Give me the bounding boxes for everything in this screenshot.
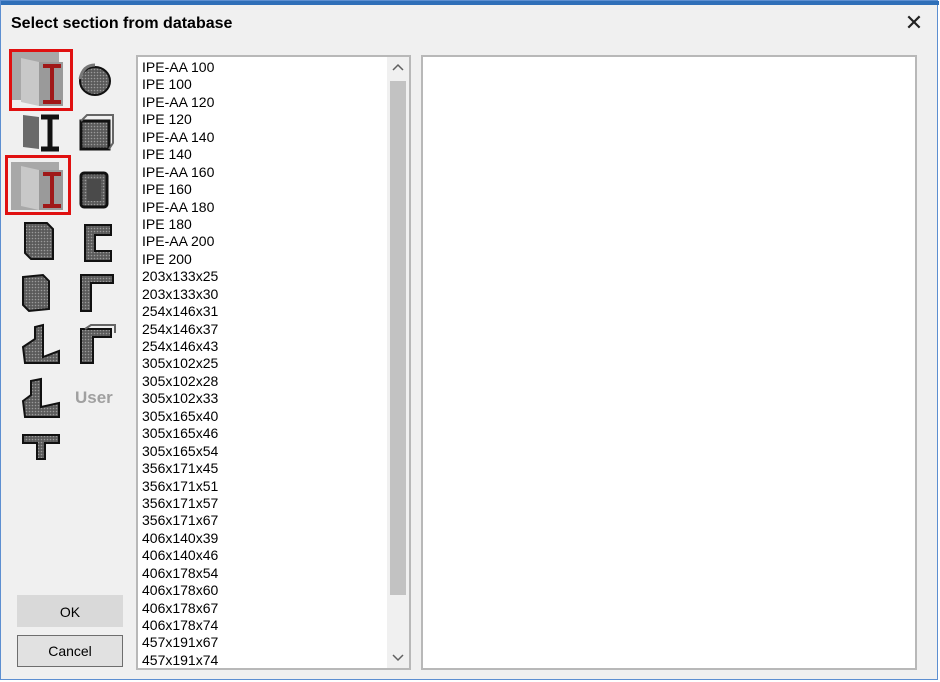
angle-section-icon[interactable] — [19, 323, 67, 371]
list-item[interactable]: 254x146x43 — [142, 338, 218, 355]
list-item[interactable]: IPE-AA 120 — [142, 94, 218, 111]
vertical-scrollbar[interactable] — [387, 57, 409, 668]
list-item[interactable]: 305x102x25 — [142, 355, 218, 372]
list-item[interactable]: 203x133x25 — [142, 268, 218, 285]
scrollbar-thumb[interactable] — [390, 81, 406, 595]
list-item[interactable]: 305x165x46 — [142, 425, 218, 442]
channel-section-icon[interactable] — [75, 221, 123, 269]
list-item[interactable]: 254x146x31 — [142, 303, 218, 320]
section-preview-panel — [421, 55, 917, 670]
list-item[interactable]: IPE 100 — [142, 76, 218, 93]
chevron-down-icon — [392, 654, 404, 662]
cold-formed-channel-section-icon[interactable] — [75, 323, 123, 371]
user-section-button[interactable]: User — [75, 388, 125, 414]
list-item[interactable]: IPE-AA 180 — [142, 199, 218, 216]
list-item[interactable]: 356x171x67 — [142, 512, 218, 529]
section-listbox[interactable]: IPE-AA 100 IPE 100 IPE-AA 120 IPE 120 IPE-AA… — [136, 55, 411, 670]
list-item[interactable]: 305x165x40 — [142, 408, 218, 425]
cancel-button[interactable]: Cancel — [17, 635, 123, 667]
close-icon: ✕ — [904, 11, 924, 36]
rectangular-hollow-section-icon[interactable] — [75, 167, 123, 215]
list-item[interactable]: 254x146x37 — [142, 321, 218, 338]
list-item[interactable]: 457x191x67 — [142, 634, 218, 651]
list-item[interactable]: 356x171x51 — [142, 478, 218, 495]
list-item[interactable]: IPE-AA 100 — [142, 59, 218, 76]
list-item[interactable]: IPE 180 — [142, 216, 218, 233]
tee-section-icon[interactable] — [19, 429, 67, 477]
i-beam-section-alt-icon[interactable] — [11, 162, 63, 210]
wide-flange-section-icon[interactable] — [19, 111, 67, 159]
section-list-items: IPE-AA 100 IPE 100 IPE-AA 120 IPE 120 IPE-AA… — [142, 59, 218, 668]
title-bar: Select section from database ✕ — [1, 5, 937, 43]
circular-hollow-section-icon[interactable] — [75, 59, 123, 107]
list-item[interactable]: 305x102x33 — [142, 390, 218, 407]
unequal-angle-section-icon[interactable] — [19, 377, 67, 425]
dialog-window: Select section from database ✕ User IPE-… — [0, 0, 939, 680]
list-item[interactable]: 406x178x67 — [142, 600, 218, 617]
list-item[interactable]: 305x165x54 — [142, 443, 218, 460]
chevron-up-icon — [392, 63, 404, 71]
lipped-channel-section-icon[interactable] — [75, 271, 123, 319]
list-item[interactable]: IPE-AA 160 — [142, 164, 218, 181]
list-item[interactable]: 406x178x74 — [142, 617, 218, 634]
list-item[interactable]: 406x140x39 — [142, 530, 218, 547]
close-button[interactable]: ✕ — [901, 11, 927, 37]
list-item[interactable]: 406x140x46 — [142, 547, 218, 564]
solid-rectangle-section-icon[interactable] — [19, 219, 67, 267]
list-item[interactable]: IPE-AA 140 — [142, 129, 218, 146]
list-item[interactable]: 356x171x45 — [142, 460, 218, 477]
list-item[interactable]: 305x102x28 — [142, 373, 218, 390]
list-item[interactable]: 406x178x54 — [142, 565, 218, 582]
list-item[interactable]: 457x191x74 — [142, 652, 218, 668]
scroll-up-button[interactable] — [387, 57, 409, 77]
scroll-down-button[interactable] — [387, 648, 409, 668]
list-item[interactable]: 203x133x30 — [142, 286, 218, 303]
list-item[interactable]: IPE-AA 200 — [142, 233, 218, 250]
list-item[interactable]: IPE 200 — [142, 251, 218, 268]
square-hollow-section-icon[interactable] — [75, 113, 123, 161]
list-item[interactable]: 356x171x57 — [142, 495, 218, 512]
solid-block-section-icon[interactable] — [19, 271, 67, 319]
list-item[interactable]: IPE 160 — [142, 181, 218, 198]
list-item[interactable]: 406x178x60 — [142, 582, 218, 599]
i-beam-section-icon[interactable] — [11, 52, 63, 106]
ok-button[interactable]: OK — [17, 595, 123, 627]
list-item[interactable]: IPE 140 — [142, 146, 218, 163]
dialog-title: Select section from database — [11, 15, 233, 32]
list-item[interactable]: IPE 120 — [142, 111, 218, 128]
